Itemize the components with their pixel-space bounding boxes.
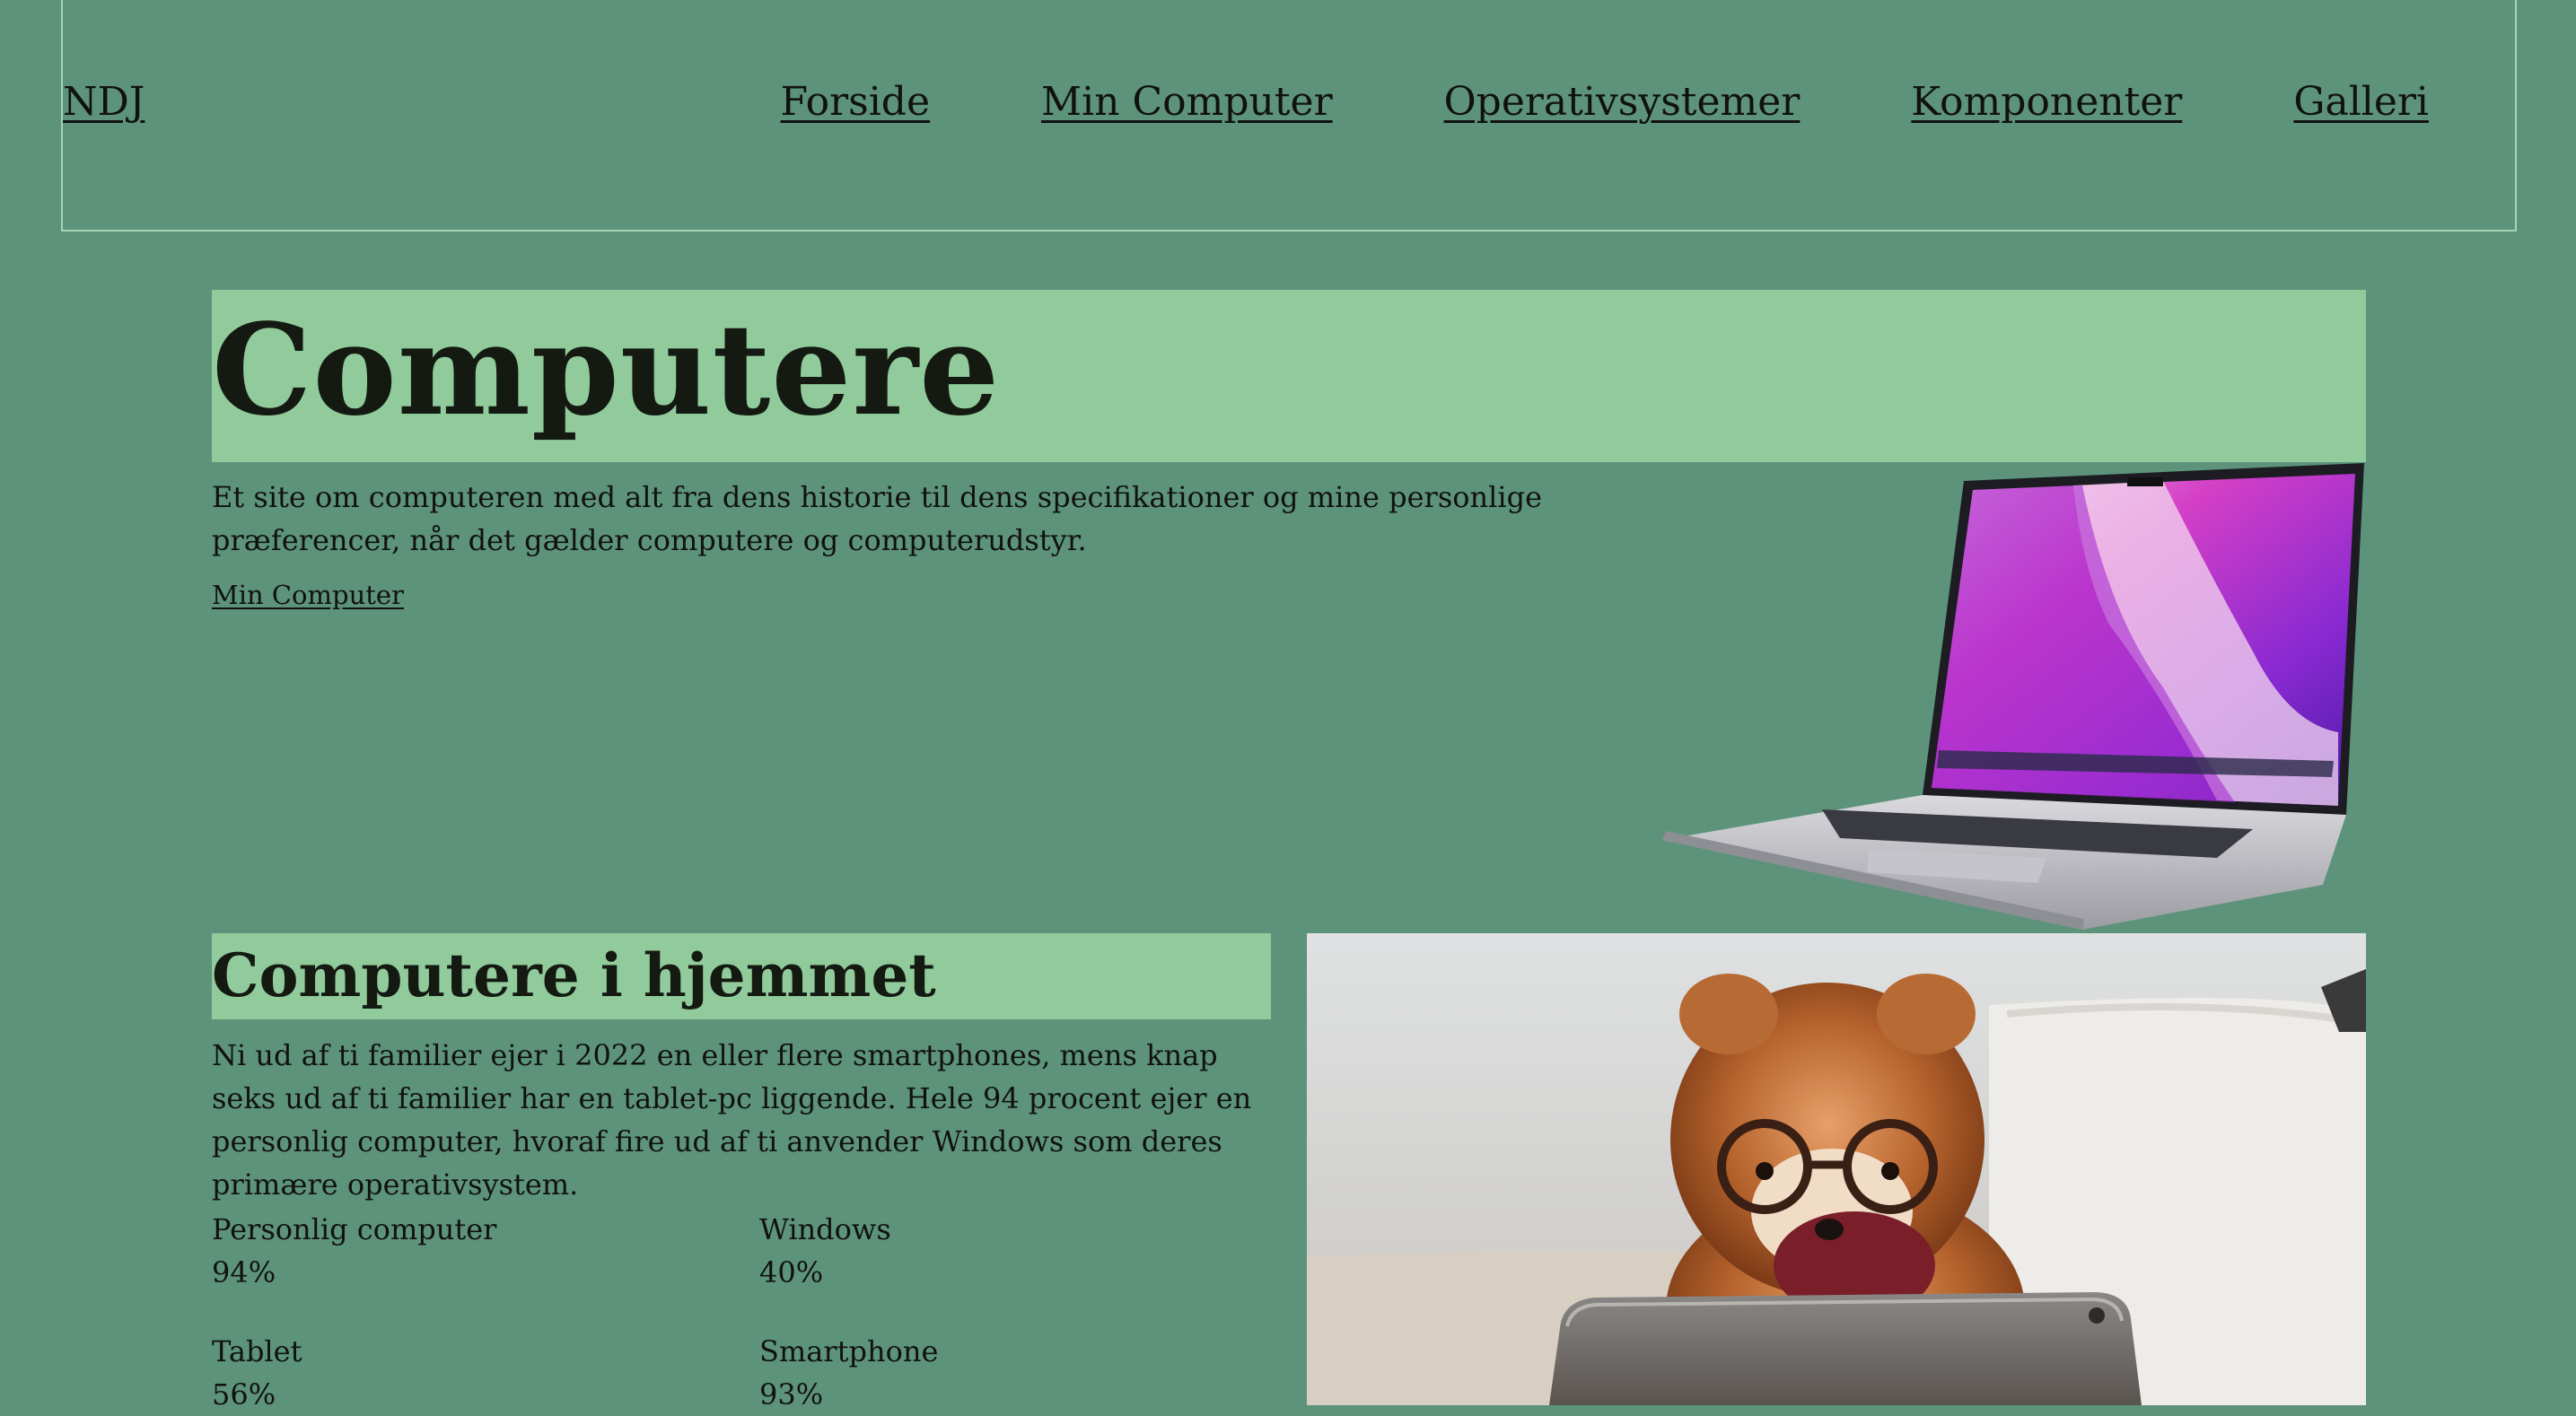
nav-operativsystemer[interactable]: Operativsystemer (1444, 79, 1801, 125)
section-title-bar: Computere i hjemmet (212, 933, 1271, 1019)
hero-link-min-computer[interactable]: Min Computer (212, 580, 404, 610)
stat-value: 94% (212, 1255, 276, 1289)
stat-label: Windows (759, 1212, 891, 1246)
nav-komponenter[interactable]: Komponenter (1911, 79, 2182, 125)
laptop-image (1662, 463, 2364, 930)
stat-value: 40% (759, 1255, 824, 1289)
stat-value: 93% (759, 1377, 824, 1412)
main-nav: Forside Min Computer Operativsystemer Ko… (781, 79, 2430, 125)
logo-link[interactable]: NDJ (63, 79, 145, 125)
nav-min-computer[interactable]: Min Computer (1041, 79, 1333, 125)
stat-item: Personlig computer 94% (212, 1208, 759, 1294)
stat-item: Smartphone 93% (759, 1330, 1271, 1416)
nav-galleri[interactable]: Galleri (2293, 79, 2429, 125)
stat-item: Windows 40% (759, 1208, 1271, 1294)
hero-title-bar: Computere (212, 290, 2366, 462)
stat-label: Smartphone (759, 1334, 939, 1368)
stat-label: Tablet (212, 1334, 302, 1368)
hero-description: Et site om computeren med alt fra dens h… (212, 480, 1542, 557)
dog-with-glasses-photo (1307, 933, 2366, 1405)
section-title: Computere i hjemmet (212, 940, 936, 1010)
site-header: NDJ Forside Min Computer Operativsysteme… (61, 0, 2517, 232)
stats-grid: Personlig computer 94% Windows 40% Table… (212, 1208, 1271, 1416)
page-title: Computere (212, 297, 1001, 444)
stat-label: Personlig computer (212, 1212, 497, 1246)
stat-item: Tablet 56% (212, 1330, 759, 1416)
nav-forside[interactable]: Forside (781, 79, 931, 125)
stat-value: 56% (212, 1377, 276, 1412)
section-description: Ni ud af ti familier ejer i 2022 en elle… (212, 1038, 1252, 1202)
